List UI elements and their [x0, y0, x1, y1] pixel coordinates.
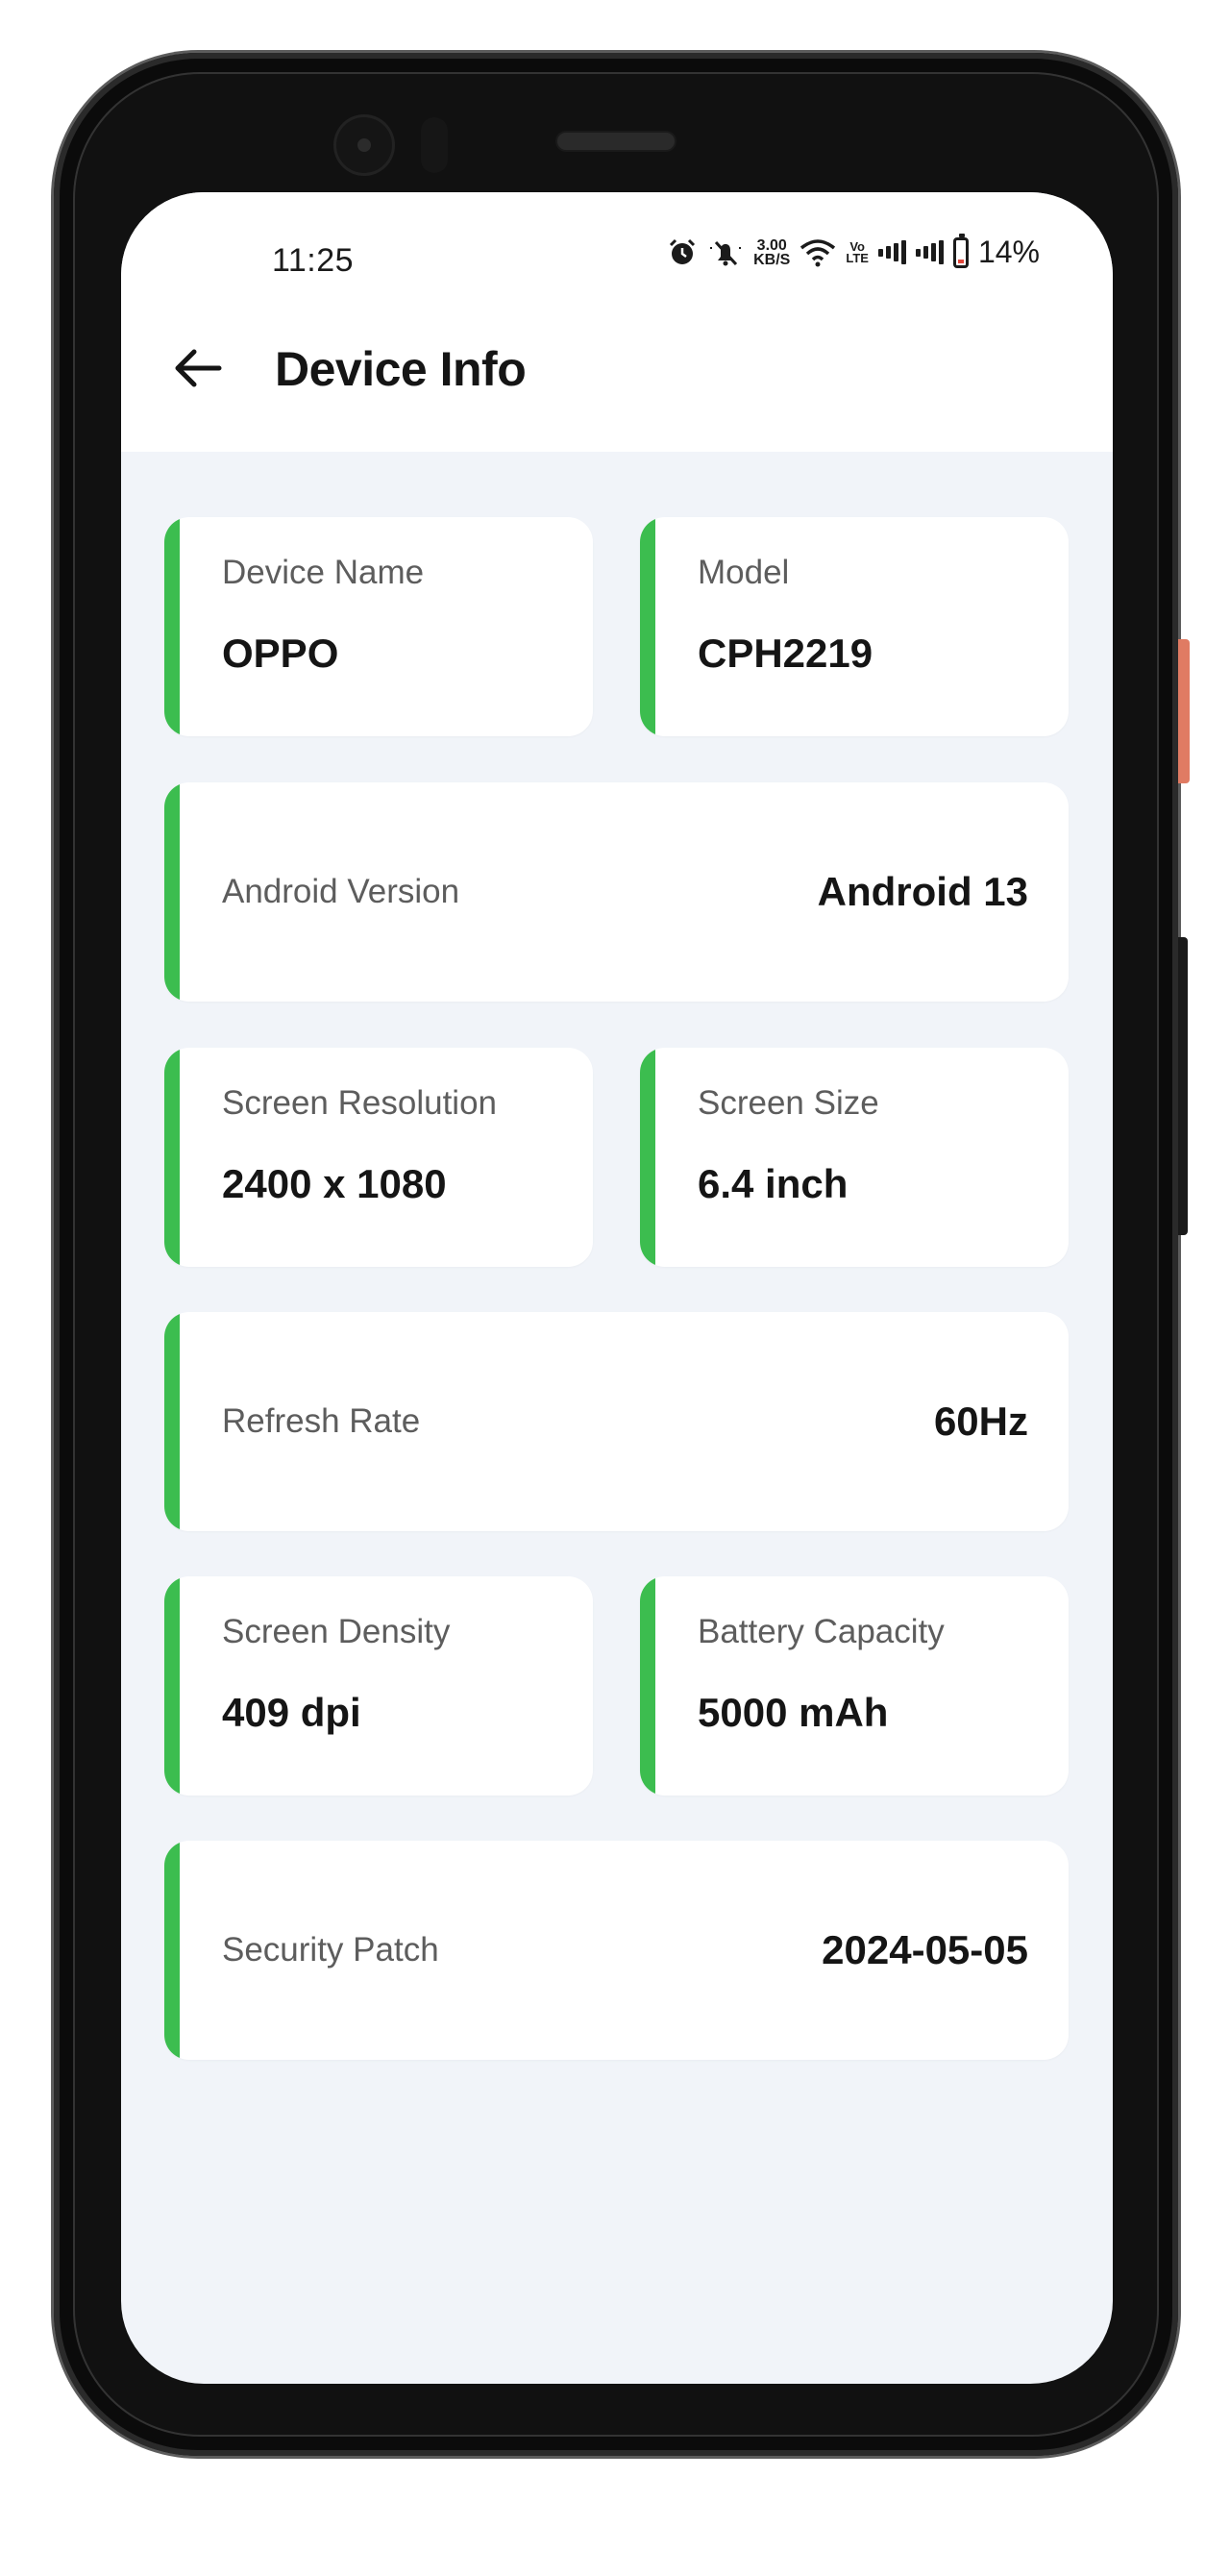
- screen-resolution-value: 2400 x 1080: [222, 1161, 447, 1206]
- security-patch-card: Security Patch 2024-05-05: [164, 1841, 1069, 2060]
- screen-density-value: 409 dpi: [222, 1690, 361, 1735]
- battery-capacity-label: Battery Capacity: [698, 1613, 945, 1650]
- card-accent-bar: [164, 1576, 180, 1796]
- status-time: 11:25: [272, 242, 355, 279]
- volte-indicator: Vo LTE: [846, 240, 869, 265]
- android-version-card: Android Version Android 13: [164, 782, 1069, 1002]
- battery-percent: 14%: [977, 235, 1040, 269]
- screen-resolution-label: Screen Resolution: [222, 1084, 497, 1122]
- screen-size-value: 6.4 inch: [698, 1161, 849, 1206]
- back-button[interactable]: [169, 339, 227, 397]
- screen-size-card: Screen Size 6.4 inch: [640, 1048, 1069, 1267]
- proximity-sensor: [421, 117, 448, 173]
- side-volume-button: [1178, 937, 1188, 1235]
- app-screen: 11:25 3.00 KB/S Vo LTE 14% Device Info D…: [121, 192, 1113, 2384]
- card-accent-bar: [640, 1048, 655, 1267]
- card-accent-bar: [164, 517, 180, 736]
- side-power-button: [1178, 639, 1190, 783]
- model-value: CPH2219: [698, 631, 873, 676]
- android-version-label: Android Version: [222, 873, 460, 910]
- model-label: Model: [698, 554, 790, 591]
- arrow-left-icon: [175, 349, 222, 387]
- battery-capacity-value: 5000 mAh: [698, 1690, 889, 1735]
- device-name-label: Device Name: [222, 554, 425, 591]
- refresh-rate-value: 60Hz: [933, 1399, 1028, 1444]
- volte-bottom-text: LTE: [846, 250, 869, 265]
- status-icons: 3.00 KB/S Vo LTE 14%: [667, 233, 1040, 270]
- card-accent-bar: [164, 1048, 180, 1267]
- security-patch-label: Security Patch: [222, 1931, 439, 1969]
- card-accent-bar: [640, 517, 655, 736]
- silent-bell-icon: [707, 237, 744, 268]
- screen-resolution-card: Screen Resolution 2400 x 1080: [164, 1048, 593, 1267]
- model-card: Model CPH2219: [640, 517, 1069, 736]
- signal-strength-sim2-icon: [915, 240, 944, 265]
- card-accent-bar: [640, 1576, 655, 1796]
- card-accent-bar: [164, 1312, 180, 1531]
- screen-density-label: Screen Density: [222, 1613, 451, 1650]
- card-accent-bar: [164, 1841, 180, 2060]
- battery-capacity-card: Battery Capacity 5000 mAh: [640, 1576, 1069, 1796]
- network-speed-value: 3.00: [756, 236, 787, 254]
- wifi-icon: [800, 238, 836, 267]
- screen-density-card: Screen Density 409 dpi: [164, 1576, 593, 1796]
- battery-icon: [952, 233, 969, 268]
- signal-strength-sim1-icon: [877, 240, 906, 265]
- device-name-value: OPPO: [222, 631, 339, 676]
- network-speed: 3.00 KB/S: [753, 236, 791, 268]
- alarm-icon: [667, 237, 698, 268]
- device-name-card: Device Name OPPO: [164, 517, 593, 736]
- security-patch-value: 2024-05-05: [822, 1927, 1028, 1972]
- refresh-rate-card: Refresh Rate 60Hz: [164, 1312, 1069, 1531]
- earpiece-speaker: [557, 133, 675, 150]
- card-accent-bar: [164, 782, 180, 1002]
- refresh-rate-label: Refresh Rate: [222, 1402, 421, 1440]
- android-version-value: Android 13: [817, 869, 1028, 914]
- page-title: Device Info: [275, 342, 527, 396]
- network-speed-unit: KB/S: [753, 251, 791, 268]
- screen-size-label: Screen Size: [698, 1084, 879, 1122]
- front-camera: [336, 117, 392, 173]
- top-app-bar: 11:25 3.00 KB/S Vo LTE 14% Device Info: [121, 192, 1113, 452]
